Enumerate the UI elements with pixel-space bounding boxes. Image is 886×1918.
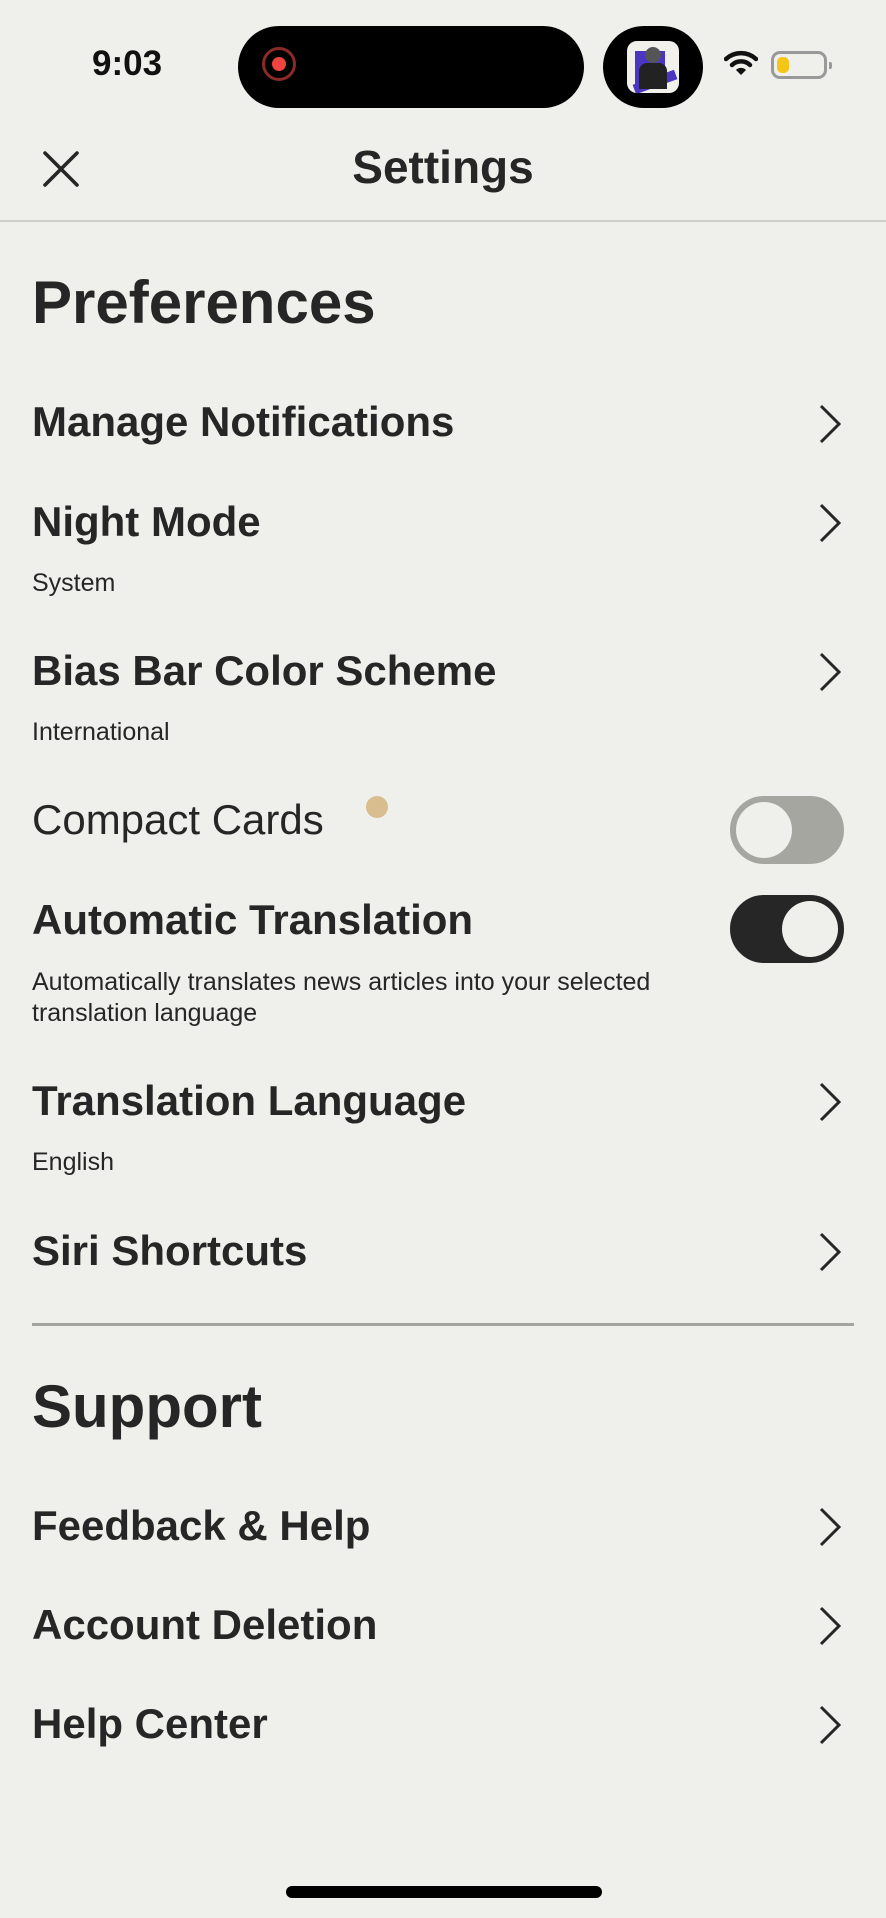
- row-label: Help Center: [32, 1700, 268, 1747]
- row-value: English: [32, 1148, 114, 1176]
- header-divider: [0, 220, 886, 222]
- toggle-knob: [736, 802, 792, 858]
- wifi-icon: [724, 50, 758, 75]
- compact-cards-toggle[interactable]: [730, 796, 844, 864]
- page-title: Settings: [352, 141, 534, 193]
- row-label: Account Deletion: [32, 1601, 378, 1648]
- row-manage-notifications[interactable]: Manage Notifications: [0, 390, 886, 460]
- status-time: 9:03: [92, 44, 163, 83]
- row-label: Feedback & Help: [32, 1502, 371, 1549]
- row-bias-bar-color-scheme[interactable]: Bias Bar Color Scheme International: [0, 639, 886, 754]
- row-translation-language[interactable]: Translation Language English: [0, 1069, 886, 1184]
- battery-icon: [771, 51, 832, 79]
- row-label: Compact Cards: [32, 796, 324, 843]
- record-icon: [262, 47, 296, 81]
- chevron-right-icon: [819, 1606, 842, 1646]
- section-heading-preferences: Preferences: [32, 269, 376, 336]
- section-heading-support: Support: [32, 1373, 262, 1440]
- toggle-knob: [782, 901, 838, 957]
- section-divider: [32, 1323, 854, 1326]
- row-automatic-translation: Automatic Translation Automatically tran…: [0, 888, 886, 1033]
- chevron-right-icon: [819, 1082, 842, 1122]
- chevron-right-icon: [819, 503, 842, 543]
- row-label: Siri Shortcuts: [32, 1227, 308, 1274]
- row-siri-shortcuts[interactable]: Siri Shortcuts: [0, 1219, 886, 1289]
- live-activity[interactable]: [603, 26, 703, 108]
- chevron-right-icon: [819, 1232, 842, 1272]
- new-badge-dot: [366, 796, 388, 818]
- automatic-translation-toggle[interactable]: [730, 895, 844, 963]
- chevron-right-icon: [819, 1705, 842, 1745]
- row-feedback-help[interactable]: Feedback & Help: [0, 1494, 886, 1564]
- row-night-mode[interactable]: Night Mode System: [0, 490, 886, 605]
- row-value: International: [32, 718, 170, 746]
- row-label: Translation Language: [32, 1077, 467, 1124]
- row-account-deletion[interactable]: Account Deletion: [0, 1593, 886, 1663]
- row-label: Automatic Translation: [32, 896, 474, 943]
- row-label: Night Mode: [32, 498, 261, 545]
- app-thumbnail-icon: [627, 41, 679, 93]
- row-compact-cards: Compact Cards: [0, 788, 886, 868]
- row-description-line-2: translation language: [32, 999, 258, 1027]
- home-indicator[interactable]: [286, 1886, 602, 1898]
- chevron-right-icon: [819, 1507, 842, 1547]
- row-description: Automatically translates news articles i…: [32, 968, 651, 996]
- row-help-center[interactable]: Help Center: [0, 1692, 886, 1762]
- chevron-right-icon: [819, 404, 842, 444]
- row-value: System: [32, 569, 116, 597]
- chevron-right-icon: [819, 652, 842, 692]
- row-label: Bias Bar Color Scheme: [32, 647, 497, 694]
- dynamic-island: [238, 26, 584, 108]
- row-label: Manage Notifications: [32, 398, 455, 445]
